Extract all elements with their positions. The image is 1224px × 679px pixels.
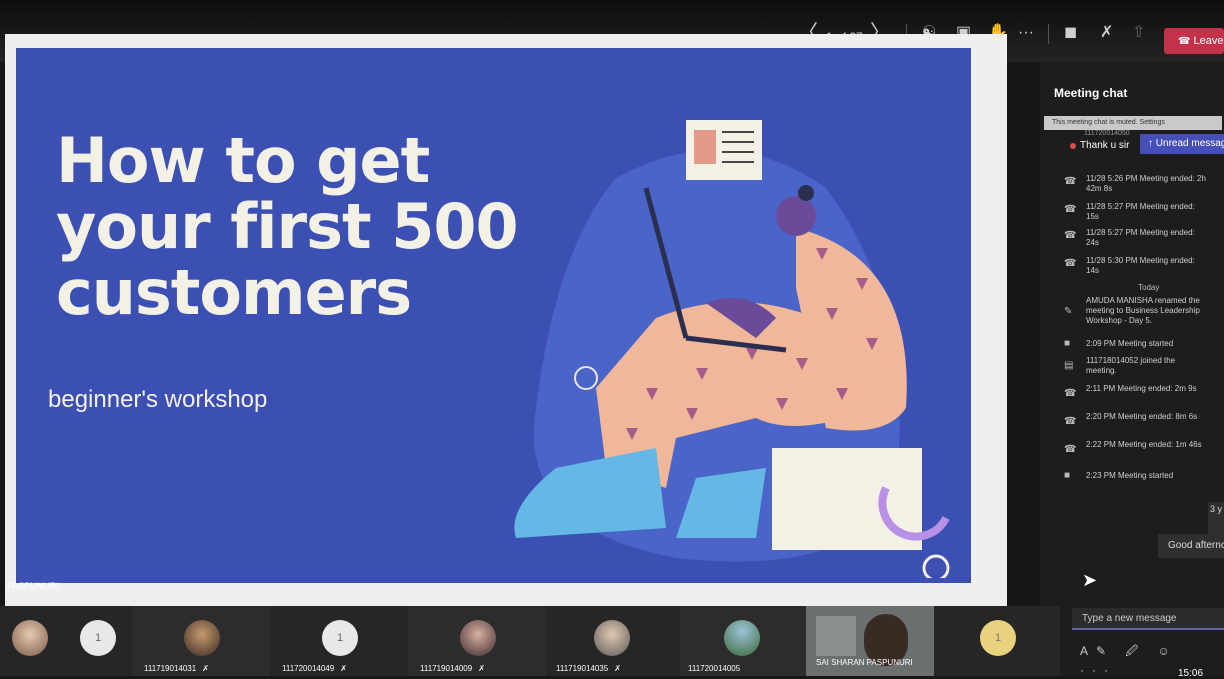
meeting-ended-icon: ☎ xyxy=(1064,416,1077,427)
video-background xyxy=(816,616,856,656)
workshop-illustration xyxy=(514,120,950,578)
compose-message-input[interactable]: Type a new message xyxy=(1072,608,1224,630)
participant-tile[interactable]: 111719014031 ✗ xyxy=(132,606,270,676)
chat-message: Good afternc xyxy=(1158,534,1224,558)
chat-title: Meeting chat xyxy=(1054,86,1128,100)
meeting-ended-icon: ☎ xyxy=(1064,230,1077,241)
participant-count-avatar: 1 xyxy=(322,620,358,656)
chat-event: 2:11 PM Meeting ended: 2m 9s xyxy=(1086,384,1197,393)
chat-event: 2:22 PM Meeting ended: 1m 46s xyxy=(1086,440,1202,449)
chat-event: 2:09 PM Meeting started xyxy=(1086,339,1174,348)
participant-name: 111719014009 xyxy=(420,664,473,673)
clock: 15:06 xyxy=(1178,668,1204,679)
pencil-icon: ✎ xyxy=(1064,306,1073,317)
chat-event: 11/28 5:27 PM Meeting ended: 15s xyxy=(1086,202,1195,221)
message-sender: 111720014050 xyxy=(1084,130,1130,137)
participant-tile[interactable]: 111719014035 ✗ xyxy=(546,606,680,676)
participant-tile[interactable]: 111720014005 xyxy=(680,606,806,676)
participant-tile[interactable] xyxy=(0,606,70,676)
chat-event: 2:20 PM Meeting ended: 8m 6s xyxy=(1086,412,1198,421)
more-icon[interactable]: ··· xyxy=(1018,22,1034,44)
chat-event: AMUDA MANISHA renamed the meeting to Bus… xyxy=(1086,296,1200,325)
phone-hangup-icon: ☎ xyxy=(1178,36,1191,47)
participant-tile[interactable]: 1 111720014049 ✗ xyxy=(270,606,408,676)
mouse-cursor-icon: ➤ xyxy=(1082,570,1098,590)
participant-name: 111719014035 xyxy=(556,664,609,673)
participant-tile[interactable]: 1 xyxy=(934,606,1060,676)
participant-name: 111719014031 xyxy=(144,664,197,673)
chat-event: 11/28 5:26 PM Meeting ended: 2h 42m 8s xyxy=(1086,174,1206,193)
toolbar-divider xyxy=(1048,24,1049,44)
avatar xyxy=(12,620,48,656)
meeting-ended-icon: ☎ xyxy=(1064,176,1077,187)
leave-label: Leave xyxy=(1193,35,1224,47)
participant-count-avatar: 1 xyxy=(80,620,116,656)
participant-name: 111720014049 xyxy=(282,664,335,673)
participant-video-tile[interactable]: SAI SHARAN PASPUNURI xyxy=(806,606,934,676)
arrow-up-icon: ↑ xyxy=(1148,138,1156,149)
mic-off-icon: ✗ xyxy=(202,664,209,673)
date-divider: Today xyxy=(1138,283,1160,292)
chat-event: 2:23 PM Meeting started xyxy=(1086,471,1174,480)
participant-strip: 1 111719014031 ✗ 1 111720014049 ✗ 11171901… xyxy=(0,606,1060,676)
join-icon: ▤ xyxy=(1064,360,1074,371)
slide-subtitle: beginner's workshop xyxy=(48,386,268,413)
chat-event: 11/28 5:30 PM Meeting ended: 14s xyxy=(1086,256,1195,275)
chat-message: Thank u sir xyxy=(1080,140,1130,151)
participant-tile[interactable]: 111719014009 ✗ xyxy=(408,606,546,676)
presenter-label: PASPUNURI xyxy=(7,581,59,591)
unread-messages-button[interactable]: ↑ Unread messag xyxy=(1140,134,1224,154)
mic-off-icon: ✗ xyxy=(614,664,621,673)
leave-button[interactable]: ☎ Leave xyxy=(1164,28,1224,54)
meeting-ended-icon: ☎ xyxy=(1064,204,1077,215)
avatar xyxy=(594,620,630,656)
avatar xyxy=(724,620,760,656)
video-icon: ■ xyxy=(1064,470,1071,481)
meeting-chat-panel: Meeting chat This meeting chat is muted.… xyxy=(1040,62,1224,679)
chat-message: 3 y xyxy=(1208,502,1224,534)
avatar xyxy=(460,620,496,656)
participant-name: 111720014005 xyxy=(688,664,741,673)
meeting-ended-icon: ☎ xyxy=(1064,444,1077,455)
chat-event: 111718014052 joined the meeting. xyxy=(1086,356,1176,375)
participant-count-avatar: 1 xyxy=(980,620,1016,656)
mic-off-icon[interactable]: ✗ xyxy=(1100,22,1113,44)
participant-tile[interactable]: 1 xyxy=(70,606,132,676)
mic-off-icon: ✗ xyxy=(478,664,485,673)
shared-slide: How to get your first 500 customers begi… xyxy=(16,48,971,583)
video-icon: ■ xyxy=(1064,338,1071,349)
share-icon[interactable]: ⇧ xyxy=(1132,22,1145,44)
chat-event: 11/28 5:27 PM Meeting ended: 24s xyxy=(1086,228,1195,247)
camera-off-icon[interactable]: ◼ xyxy=(1064,22,1077,44)
participant-name: SAI SHARAN PASPUNURI xyxy=(816,658,913,667)
meeting-ended-icon: ☎ xyxy=(1064,258,1077,269)
mic-off-icon: ✗ xyxy=(340,664,347,673)
muted-notice[interactable]: This meeting chat is muted. Settings xyxy=(1044,116,1222,130)
unread-label: Unread messag xyxy=(1155,138,1224,149)
avatar xyxy=(184,620,220,656)
meeting-ended-icon: ☎ xyxy=(1064,388,1077,399)
